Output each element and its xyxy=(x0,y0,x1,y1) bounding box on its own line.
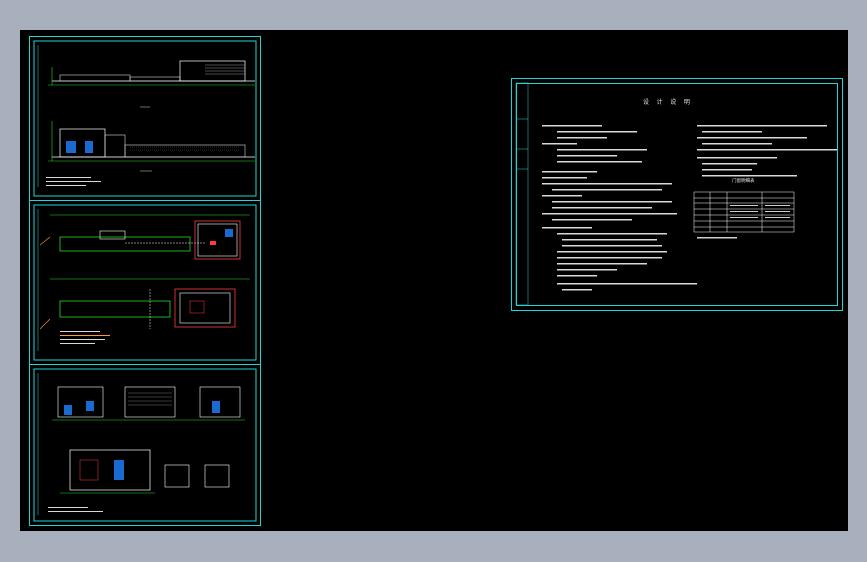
notes-title: 设 计 说 明 xyxy=(643,99,692,106)
plan-drawings xyxy=(33,204,257,361)
drawing-sheet-design-notes[interactable]: 设 计 说 明 门窗明细表 xyxy=(511,78,843,311)
section-drawings xyxy=(33,368,257,522)
notes-sheet-graphics xyxy=(515,82,837,306)
door-window-table-heading: 门窗明细表 xyxy=(732,179,755,184)
elevation-drawings xyxy=(33,40,257,197)
cad-canvas[interactable]: 设 计 说 明 门窗明细表 xyxy=(20,30,848,531)
drawing-sheet-sections[interactable] xyxy=(29,364,261,526)
drawing-sheet-plans[interactable] xyxy=(29,200,261,365)
drawing-sheet-elevations[interactable] xyxy=(29,36,261,201)
